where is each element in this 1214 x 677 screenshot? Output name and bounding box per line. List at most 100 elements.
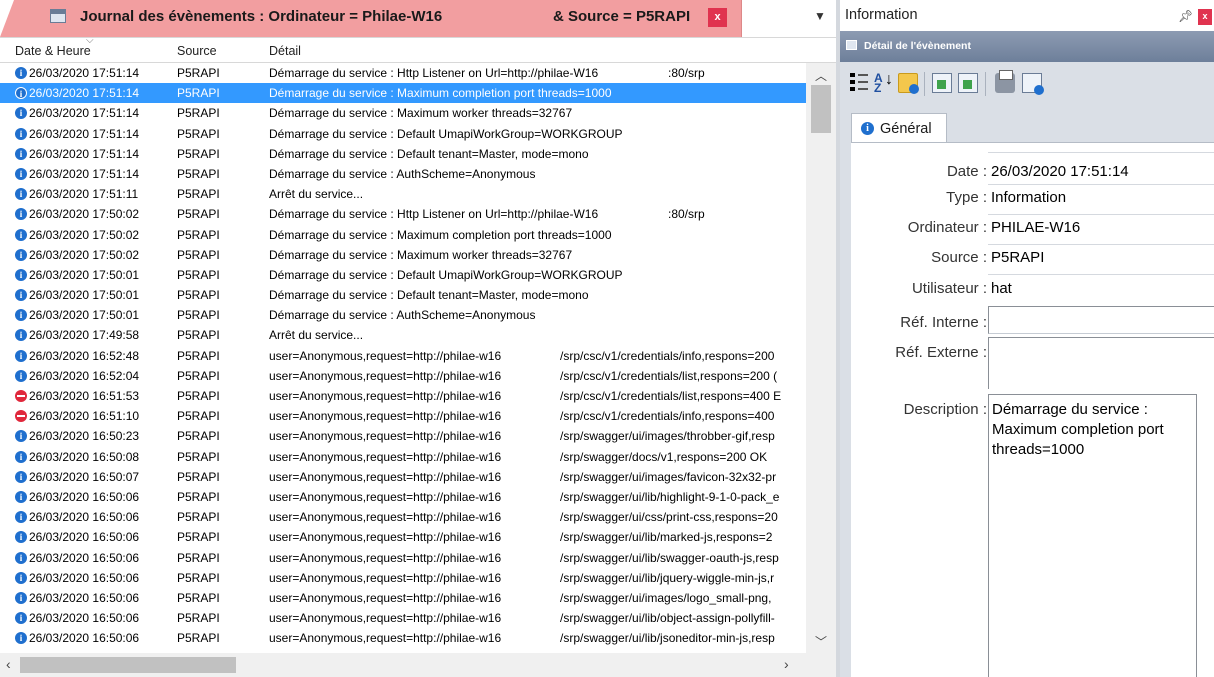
row-date: 26/03/2020 17:50:01 (29, 308, 140, 323)
info-icon: i (15, 289, 27, 302)
table-row[interactable]: i 26/03/2020 16:50:06 P5RAPI user=Anonymous… (0, 507, 806, 527)
table-row[interactable]: i 26/03/2020 16:52:04 P5RAPI user=Anonymous… (0, 366, 806, 386)
categorized-icon[interactable] (850, 73, 870, 93)
table-row[interactable]: i 26/03/2020 16:50:06 P5RAPI user=Anonymous… (0, 588, 806, 608)
table-row[interactable]: i 26/03/2020 16:50:23 P5RAPI user=Anonymous… (0, 426, 806, 446)
table-row[interactable]: i 26/03/2020 16:50:06 P5RAPI user=Anonymous… (0, 548, 806, 568)
table-row[interactable]: i 26/03/2020 17:50:02 P5RAPI Démarrage du s… (0, 204, 806, 224)
description-textarea[interactable]: Démarrage du service : Maximum completio… (988, 394, 1197, 677)
column-header-detail[interactable]: Détail (269, 44, 301, 58)
row-date: 26/03/2020 16:50:08 (29, 449, 140, 464)
table-row[interactable]: i 26/03/2020 17:50:02 P5RAPI Démarrage du s… (0, 225, 806, 245)
document-info-icon[interactable] (1022, 73, 1044, 95)
type-value[interactable]: Information (991, 189, 1066, 206)
row-detail: user=Anonymous,request=http://philae-w16 (269, 510, 502, 525)
row-source: P5RAPI (177, 409, 220, 424)
source-label: Source : (931, 249, 987, 266)
row-detail: user=Anonymous,request=http://philae-w16 (269, 550, 502, 565)
scroll-up-icon[interactable]: ︿ (815, 67, 827, 84)
close-panel-button[interactable]: x (1198, 9, 1212, 25)
ref-externe-input[interactable] (988, 337, 1214, 389)
pin-icon[interactable]: 📌︎ (1178, 9, 1193, 23)
table-row[interactable]: 26/03/2020 16:51:53 P5RAPI user=Anonymous,… (0, 386, 806, 406)
source-value[interactable]: P5RAPI (991, 249, 1044, 266)
table-row[interactable]: i 26/03/2020 16:50:07 P5RAPI user=Anonymous… (0, 467, 806, 487)
table-row[interactable]: i 26/03/2020 17:51:14 P5RAPI Démarrage du s… (0, 164, 806, 184)
row-detail: user=Anonymous,request=http://philae-w16 (269, 611, 502, 626)
table-row[interactable]: 26/03/2020 16:51:10 P5RAPI user=Anonymous,… (0, 406, 806, 426)
row-detail-url: /srp/swagger/ui/lib/object-assign-pollyf… (560, 611, 775, 626)
info-icon: i (15, 188, 27, 201)
table-row[interactable]: i 26/03/2020 17:51:11 P5RAPI Arrêt du servi… (0, 184, 806, 204)
scroll-down-icon[interactable]: ﹀ (815, 633, 827, 650)
table-row[interactable]: i 26/03/2020 17:51:14 P5RAPI Démarrage du s… (0, 63, 806, 83)
row-detail: user=Anonymous,request=http://philae-w16 (269, 429, 502, 444)
table-row[interactable]: i 26/03/2020 16:50:08 P5RAPI user=Anonymous… (0, 447, 806, 467)
table-row[interactable]: i 26/03/2020 16:52:48 P5RAPI user=Anonymous… (0, 346, 806, 366)
row-date: 26/03/2020 17:51:14 (29, 86, 140, 101)
toolbar-separator (985, 72, 986, 96)
ordinateur-value[interactable]: PHILAE-W16 (991, 219, 1080, 236)
column-header-date[interactable]: Date & Heure (15, 44, 91, 58)
row-date: 26/03/2020 16:50:06 (29, 570, 140, 585)
info-icon: i (15, 248, 27, 261)
table-row[interactable]: i 26/03/2020 16:50:06 P5RAPI user=Anonymous… (0, 487, 806, 507)
info-icon: i (15, 268, 27, 281)
scroll-right-icon[interactable]: › (784, 656, 789, 672)
table-row[interactable]: i 26/03/2020 17:50:02 P5RAPI Démarrage du s… (0, 245, 806, 265)
vertical-scrollbar[interactable]: ︿ ﹀ (806, 63, 836, 653)
error-icon (15, 410, 27, 423)
info-icon: i (15, 632, 27, 645)
journal-title: Journal des évènements : Ordinateur = Ph… (80, 8, 443, 25)
info-icon: i (15, 511, 27, 524)
table-row[interactable]: i 26/03/2020 17:50:01 P5RAPI Démarrage du s… (0, 265, 806, 285)
table-row[interactable]: i 26/03/2020 16:50:06 P5RAPI user=Anonymous… (0, 568, 806, 588)
row-detail-url: /srp/swagger/ui/css/print-css,respons=20 (560, 510, 778, 525)
date-value[interactable]: 26/03/2020 17:51:14 (991, 163, 1129, 180)
table-row[interactable]: i 26/03/2020 17:51:14 P5RAPI Démarrage du s… (0, 124, 806, 144)
vertical-scroll-thumb[interactable] (811, 85, 831, 133)
row-detail-port: :80/srp (668, 66, 705, 80)
sort-az-icon[interactable]: A Z ↓ (874, 72, 894, 95)
information-pane: Information 📌︎ x Détail de l'évènement A… (840, 0, 1214, 677)
table-row[interactable]: i 26/03/2020 17:50:01 P5RAPI Démarrage du s… (0, 285, 806, 305)
folder-info-icon[interactable] (898, 73, 919, 94)
print-icon[interactable] (995, 70, 1015, 93)
import-icon[interactable] (958, 73, 978, 93)
table-row[interactable]: i 26/03/2020 17:51:14 P5RAPI Démarrage du s… (0, 103, 806, 123)
horizontal-scroll-thumb[interactable] (20, 657, 236, 673)
event-detail-header: Détail de l'évènement (840, 31, 1214, 62)
row-detail-url: /srp/swagger/ui/lib/highlight-9-1-0-pack… (560, 489, 780, 504)
tab-general[interactable]: i Général (851, 113, 947, 143)
row-source: P5RAPI (177, 389, 220, 403)
info-icon: i (15, 369, 27, 382)
row-source: P5RAPI (177, 187, 220, 202)
dropdown-arrow-icon[interactable]: ▼ (814, 9, 826, 23)
row-detail: Démarrage du service : Default UmapiWork… (269, 126, 623, 141)
horizontal-scrollbar[interactable]: ‹ › (0, 653, 806, 677)
table-row[interactable]: i 26/03/2020 16:50:06 P5RAPI user=Anonymous… (0, 628, 806, 648)
row-source: P5RAPI (177, 368, 220, 383)
row-source: P5RAPI (177, 550, 220, 565)
row-date: 26/03/2020 16:50:07 (29, 469, 140, 484)
column-header-source[interactable]: Source (177, 44, 217, 58)
information-title-bar: Information 📌︎ x (840, 0, 1214, 31)
journal-tab[interactable]: Journal des évènements : Ordinateur = Ph… (0, 0, 742, 37)
table-row[interactable]: i 26/03/2020 16:50:06 P5RAPI user=Anonymous… (0, 527, 806, 547)
window-icon (50, 9, 66, 23)
utilisateur-value[interactable]: hat (991, 280, 1012, 297)
info-icon: i (15, 309, 27, 322)
row-source: P5RAPI (177, 530, 220, 545)
row-date: 26/03/2020 17:50:01 (29, 267, 140, 282)
close-tab-button[interactable]: x (708, 8, 727, 27)
row-source: P5RAPI (177, 247, 220, 262)
scroll-left-icon[interactable]: ‹ (6, 656, 11, 672)
table-row[interactable]: i 26/03/2020 17:51:14 P5RAPI Démarrage du s… (0, 144, 806, 164)
ref-interne-input[interactable] (988, 306, 1214, 334)
info-icon: i (15, 430, 27, 443)
export-icon[interactable] (932, 73, 952, 93)
table-row[interactable]: i 26/03/2020 16:50:06 P5RAPI user=Anonymous… (0, 608, 806, 628)
table-row[interactable]: i 26/03/2020 17:49:58 P5RAPI Arrêt du servi… (0, 325, 806, 345)
table-row[interactable]: i 26/03/2020 17:50:01 P5RAPI Démarrage du s… (0, 305, 806, 325)
table-row[interactable]: i 26/03/2020 17:51:14 P5RAPI Démarrage du s… (0, 83, 806, 104)
